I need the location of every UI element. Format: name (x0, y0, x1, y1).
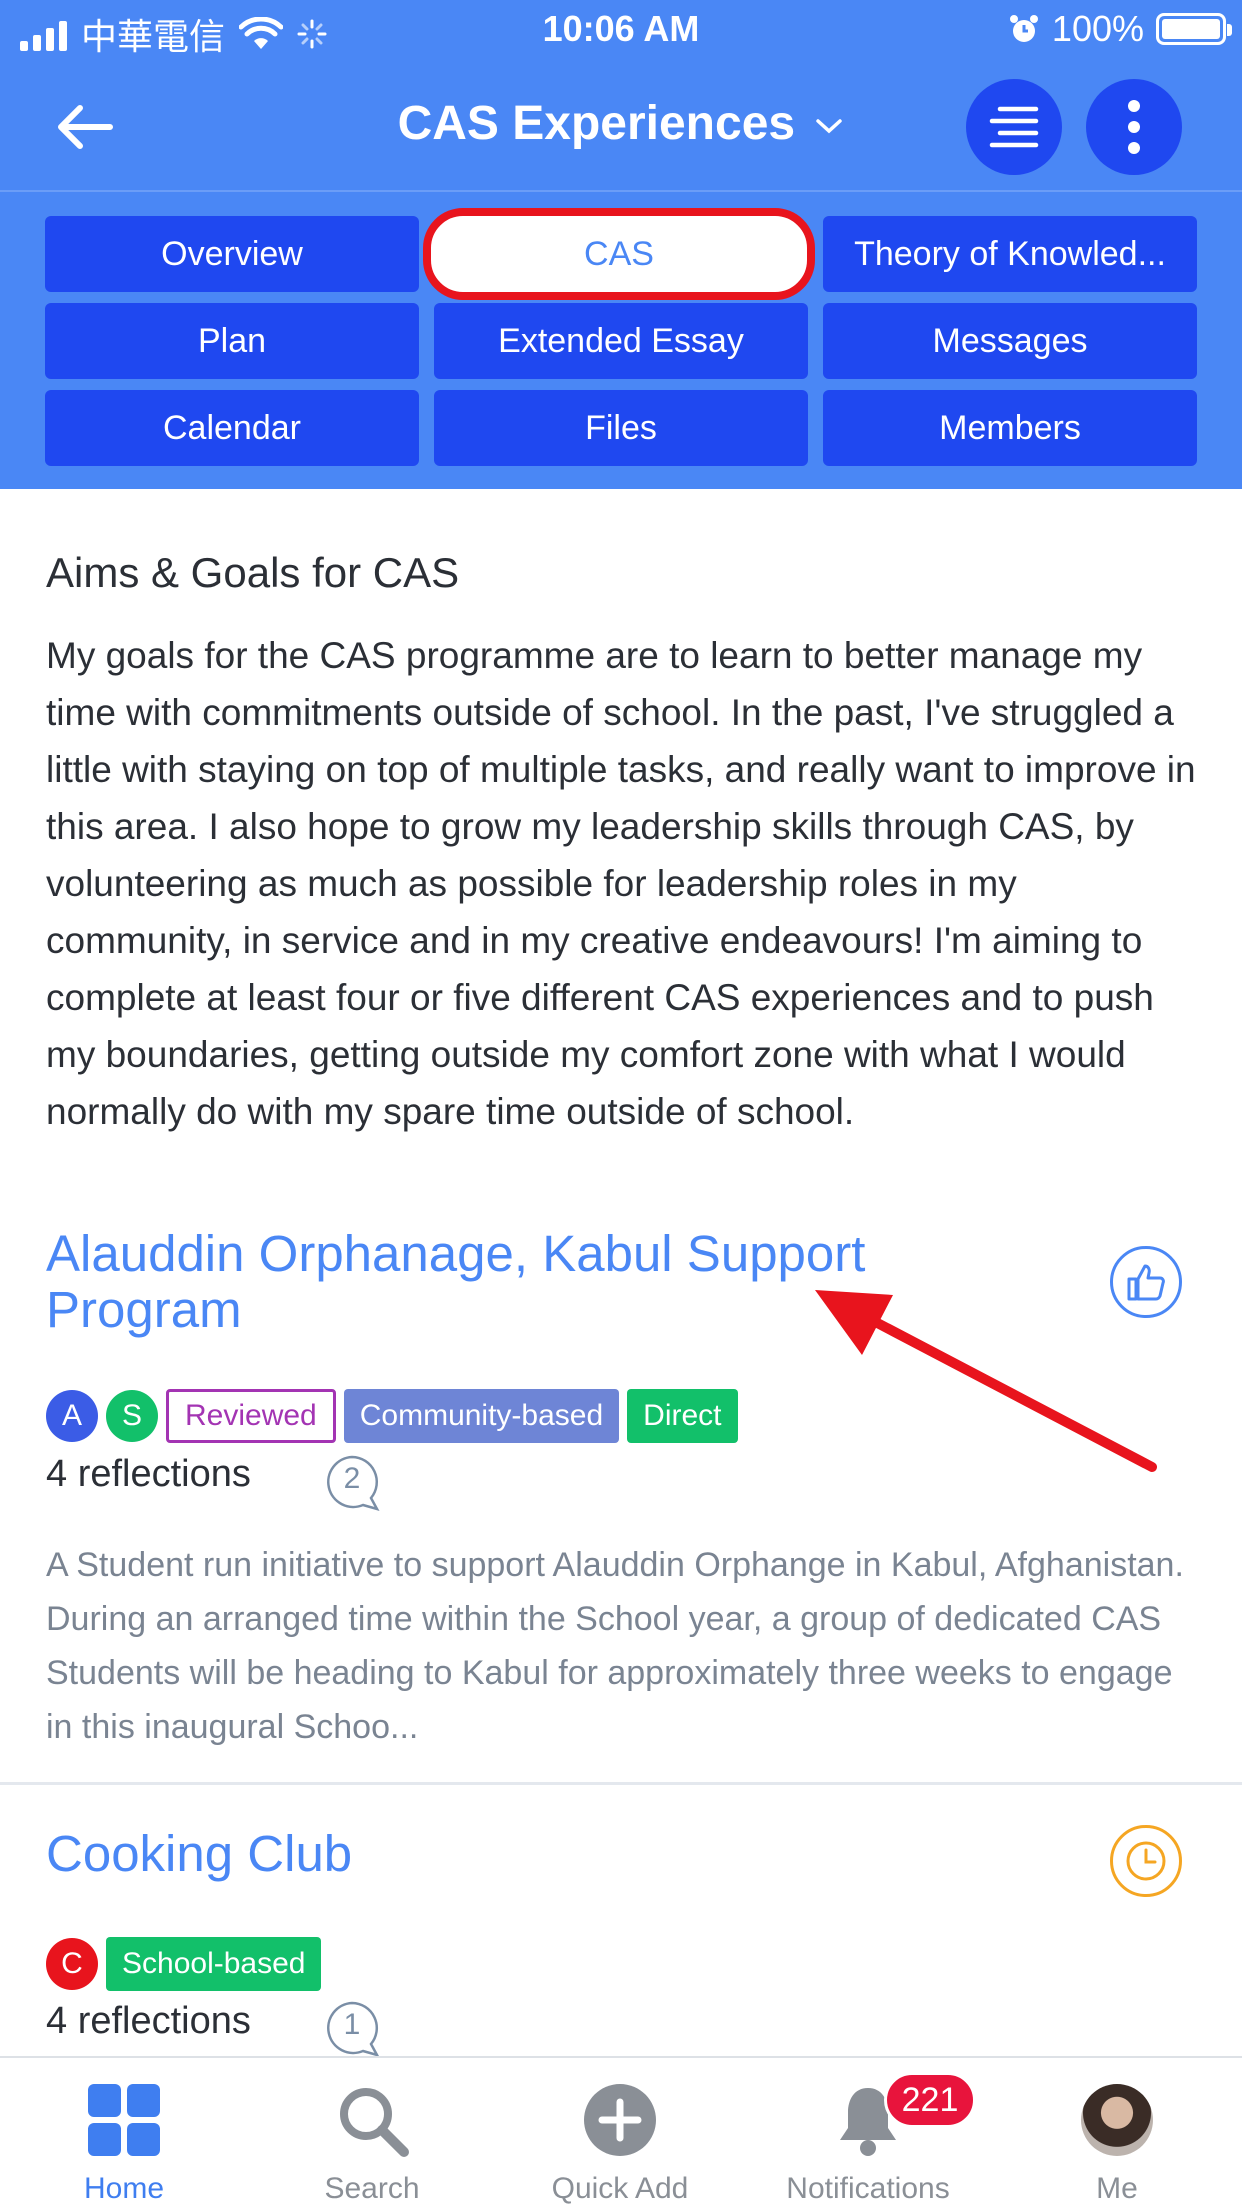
aims-text: My goals for the CAS programme are to le… (46, 635, 1196, 1132)
status-bar: 中華電信 10:06 AM 100% (0, 0, 1242, 62)
tab-quick-add[interactable]: Quick Add (496, 2058, 744, 2208)
tab-label: Notifications (786, 2172, 950, 2205)
profile-avatar (1081, 2084, 1153, 2156)
chevron-down-icon (816, 119, 843, 134)
category-badge: School-based (106, 1937, 322, 1991)
menu-button[interactable] (966, 79, 1062, 175)
experience-title[interactable]: Cooking Club (46, 1826, 946, 1882)
grid-icon (88, 2084, 160, 2156)
avatar: A (46, 1390, 98, 1442)
status-badge: Reviewed (166, 1389, 336, 1443)
tab-files[interactable]: Files (434, 390, 808, 466)
tab-notifications[interactable]: 221 Notifications (744, 2058, 992, 2208)
pending-button[interactable] (1110, 1825, 1182, 1897)
tab-plan[interactable]: Plan (45, 303, 419, 379)
section-tab-grid: Overview CAS Theory of Knowled... Plan E… (0, 192, 1242, 489)
alarm-icon (1009, 15, 1038, 42)
tab-members[interactable]: Members (823, 390, 1197, 466)
more-options-button[interactable] (1086, 79, 1182, 175)
battery-percent: 100% (1051, 8, 1144, 49)
tab-me[interactable]: Me (992, 2058, 1242, 2208)
clock-icon (1126, 1841, 1166, 1881)
avatar: C (46, 1938, 98, 1990)
tab-home[interactable]: Home (0, 2058, 248, 2208)
experience-description: A Student run initiative to support Alau… (46, 1546, 1184, 1746)
battery-icon (1156, 13, 1232, 45)
search-icon (340, 2088, 409, 2157)
tab-cas[interactable]: CAS (423, 208, 815, 300)
aims-title: Aims & Goals for CAS (46, 549, 460, 596)
thumbs-up-icon (1127, 1264, 1165, 1301)
comment-count: 1 (343, 2008, 361, 2041)
plus-circle-icon (584, 2084, 656, 2156)
tab-label: Search (324, 2172, 420, 2205)
bottom-tab-bar: Home Search Quick Add 221 Notifications (0, 2056, 1242, 2208)
tab-label: Home (83, 2172, 165, 2205)
comment-count-button[interactable]: 1 (323, 2000, 381, 2058)
approve-button[interactable] (1110, 1246, 1182, 1318)
category-badge: Community-based (343, 1389, 620, 1443)
notification-count-badge: 221 (884, 2072, 976, 2128)
divider (0, 1782, 1242, 1785)
tab-label: Quick Add (551, 2172, 689, 2205)
tab-label: Me (1096, 2172, 1138, 2205)
page-title: CAS Experiences (397, 97, 796, 150)
tab-extended-essay[interactable]: Extended Essay (434, 303, 808, 379)
more-vertical-icon (1128, 100, 1140, 154)
tab-calendar[interactable]: Calendar (45, 390, 419, 466)
tab-messages[interactable]: Messages (823, 303, 1197, 379)
experience-title[interactable]: Alauddin Orphanage, Kabul Support Progra… (46, 1226, 946, 1338)
tab-theory-of-knowledge[interactable]: Theory of Knowled... (823, 216, 1197, 292)
type-badge: Direct (627, 1389, 738, 1443)
nav-bar: CAS Experiences (0, 62, 1242, 192)
tab-overview[interactable]: Overview (45, 216, 419, 292)
experience-tags: A S Reviewed Community-based Direct (46, 1389, 738, 1443)
menu-lines-icon (989, 106, 1039, 148)
experience-tags: C School-based (46, 1937, 322, 1991)
reflections-count: 4 reflections (46, 1453, 251, 1495)
comment-count-button[interactable]: 2 (323, 1454, 381, 1512)
avatar: S (106, 1390, 158, 1442)
reflections-count: 4 reflections (46, 2000, 251, 2042)
tab-search[interactable]: Search (248, 2058, 496, 2208)
comment-count: 2 (343, 1462, 361, 1495)
